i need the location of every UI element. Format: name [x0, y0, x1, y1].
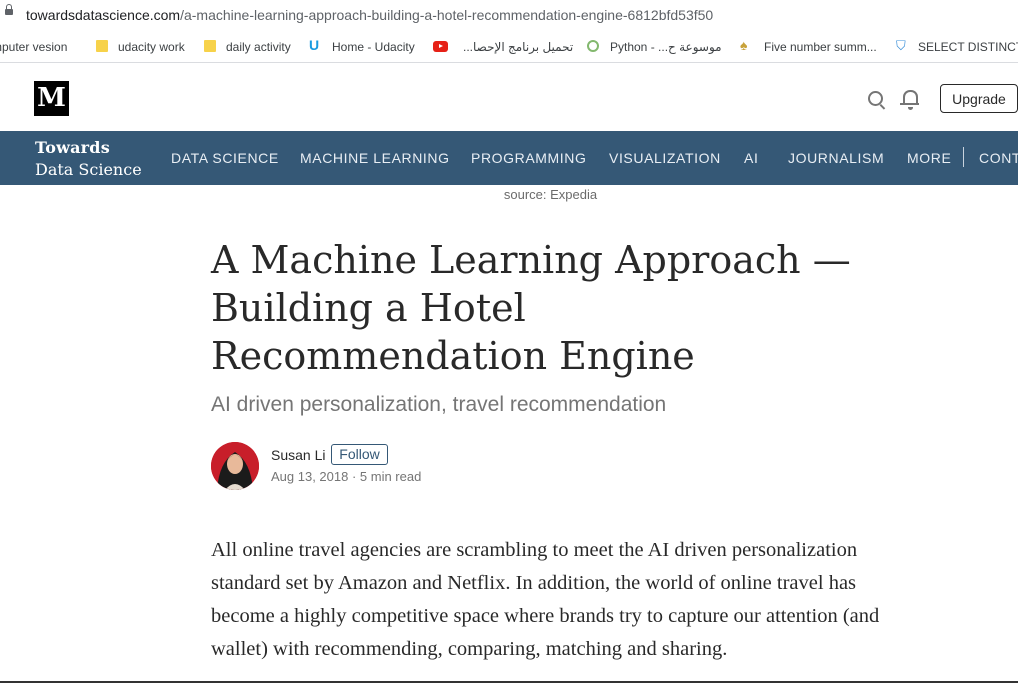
bookmark-home-udacity[interactable]: Home - Udacity [332, 40, 415, 54]
medium-logo[interactable]: M [34, 81, 69, 116]
nav-data-science[interactable]: DATA SCIENCE [171, 150, 279, 166]
image-caption: source: Expedia [503, 187, 598, 202]
url-path: /a-machine-learning-approach-building-a-… [180, 7, 714, 23]
url-text[interactable]: towardsdatascience.com/a-machine-learnin… [26, 7, 713, 23]
publication-logo[interactable]: Towards Data Science [35, 137, 142, 181]
bell-icon[interactable] [900, 90, 919, 110]
bookmark-udacity-work[interactable]: udacity work [118, 40, 185, 54]
python-icon [587, 40, 599, 52]
author-name[interactable]: Susan Li [271, 447, 325, 463]
nav-contribute[interactable]: CONT [979, 150, 1018, 166]
address-bar[interactable]: towardsdatascience.com/a-machine-learnin… [0, 0, 1018, 32]
upgrade-button[interactable]: Upgrade [940, 84, 1018, 113]
nav-visualization[interactable]: VISUALIZATION [609, 150, 721, 166]
article-subtitle: AI driven personalization, travel recomm… [211, 393, 667, 416]
bookmark-arabic-stats[interactable]: تحميل برنامج الإحصا... [463, 40, 573, 54]
nav-ai[interactable]: AI [744, 150, 758, 166]
folder-icon [96, 40, 108, 52]
lock-icon[interactable] [5, 4, 13, 15]
bookmarks-bar: mputer vesion udacity work daily activit… [0, 32, 1018, 63]
url-host: towardsdatascience.com [26, 7, 181, 23]
bookmark-python[interactable]: Python - ...موسوعة ح [610, 40, 722, 54]
publication-name-line1: Towards [35, 138, 110, 157]
udacity-icon: U [309, 37, 320, 53]
five-number-icon: ♠ [740, 37, 748, 53]
bookmark-select-distinct[interactable]: SELECT DISTINCT |... [918, 40, 1018, 54]
nav-journalism[interactable]: JOURNALISM [788, 150, 884, 166]
avatar[interactable] [211, 442, 259, 490]
folder-icon [204, 40, 216, 52]
article-body-paragraph: All online travel agencies are scramblin… [211, 539, 880, 660]
nav-machine-learning[interactable]: MACHINE LEARNING [300, 150, 450, 166]
nav-more[interactable]: MORE [907, 150, 951, 166]
nav-programming[interactable]: PROGRAMMING [471, 150, 587, 166]
youtube-icon [433, 41, 448, 52]
site-header: M Upgrade [0, 63, 1018, 131]
article-meta: Aug 13, 2018 · 5 min read [271, 469, 422, 484]
publication-name-line2: Data Science [35, 160, 142, 179]
publication-nav: Towards Data Science DATA SCIENCE MACHIN… [0, 131, 1018, 185]
follow-button[interactable]: Follow [331, 444, 388, 465]
shield-icon: ⛉ [896, 38, 906, 53]
bookmark-daily-activity[interactable]: daily activity [226, 40, 291, 54]
bookmark-five-number[interactable]: Five number summ... [764, 40, 877, 54]
search-icon[interactable] [868, 91, 883, 106]
article-title: A Machine Learning Approach — Building a… [211, 238, 851, 378]
avatar-image [211, 442, 259, 490]
bookmark-computer-vision[interactable]: mputer vesion [0, 40, 67, 54]
nav-divider [963, 147, 964, 167]
